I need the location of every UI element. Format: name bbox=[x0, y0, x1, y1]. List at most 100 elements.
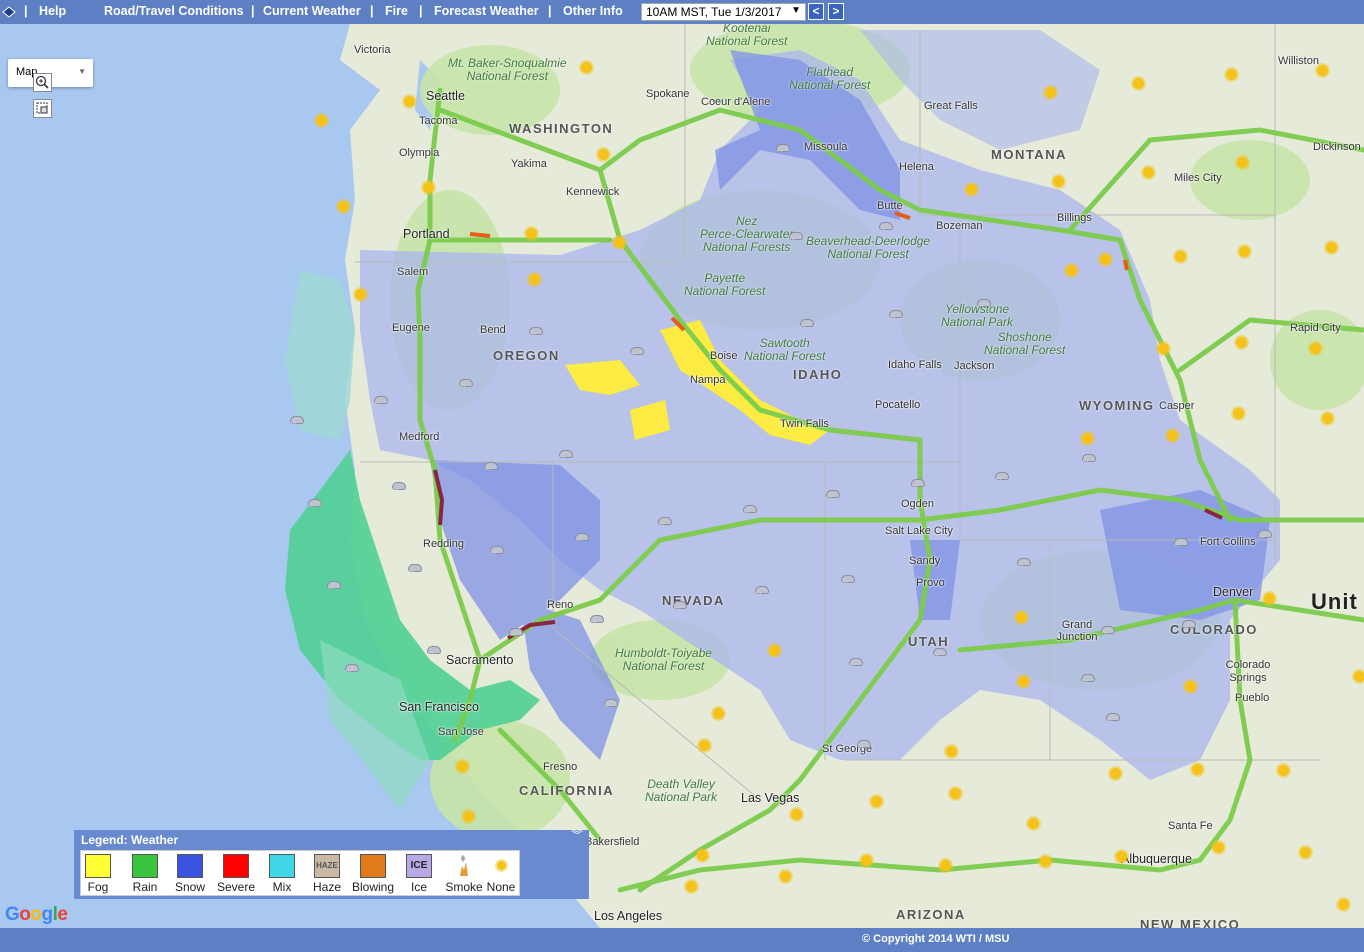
snow-icon[interactable] bbox=[856, 740, 870, 750]
sun-icon[interactable] bbox=[861, 855, 872, 866]
sun-icon[interactable] bbox=[1100, 254, 1111, 265]
sun-icon[interactable] bbox=[1143, 167, 1154, 178]
sun-icon[interactable] bbox=[529, 274, 540, 285]
sun-icon[interactable] bbox=[1158, 343, 1169, 354]
sun-icon[interactable] bbox=[1226, 69, 1237, 80]
snow-icon[interactable] bbox=[888, 310, 902, 320]
snow-icon[interactable] bbox=[289, 416, 303, 426]
snow-icon[interactable] bbox=[558, 450, 572, 460]
sun-icon[interactable] bbox=[1175, 251, 1186, 262]
home-icon[interactable] bbox=[2, 5, 16, 19]
sun-icon[interactable] bbox=[355, 289, 366, 300]
sun-icon[interactable] bbox=[1237, 157, 1248, 168]
sun-icon[interactable] bbox=[1167, 430, 1178, 441]
sun-icon[interactable] bbox=[1082, 433, 1093, 444]
snow-icon[interactable] bbox=[799, 319, 813, 329]
snow-icon[interactable] bbox=[489, 546, 503, 556]
snow-icon[interactable] bbox=[788, 232, 802, 242]
sun-icon[interactable] bbox=[1116, 851, 1127, 862]
sun-icon[interactable] bbox=[1300, 847, 1311, 858]
sun-icon[interactable] bbox=[581, 62, 592, 73]
weather-map[interactable]: WASHINGTON OREGON CALIFORNIA NEVADA IDAH… bbox=[0, 24, 1364, 928]
sun-icon[interactable] bbox=[966, 184, 977, 195]
sun-icon[interactable] bbox=[1236, 337, 1247, 348]
sun-icon[interactable] bbox=[598, 149, 609, 160]
snow-icon[interactable] bbox=[1016, 558, 1030, 568]
sun-icon[interactable] bbox=[1322, 413, 1333, 424]
snow-icon[interactable] bbox=[672, 601, 686, 611]
snow-icon[interactable] bbox=[742, 505, 756, 515]
snow-icon[interactable] bbox=[307, 499, 321, 509]
snow-icon[interactable] bbox=[825, 490, 839, 500]
time-select[interactable]: 10AM MST, Tue 1/3/2017 ▼ bbox=[641, 3, 806, 21]
snow-icon[interactable] bbox=[1173, 538, 1187, 548]
snow-icon[interactable] bbox=[976, 299, 990, 309]
sun-icon[interactable] bbox=[1317, 65, 1328, 76]
snow-icon[interactable] bbox=[1081, 454, 1095, 464]
sun-icon[interactable] bbox=[1213, 842, 1224, 853]
sun-icon[interactable] bbox=[699, 740, 710, 751]
sun-icon[interactable] bbox=[1018, 676, 1029, 687]
snow-icon[interactable] bbox=[932, 648, 946, 658]
sun-icon[interactable] bbox=[940, 860, 951, 871]
sun-icon[interactable] bbox=[1110, 768, 1121, 779]
sun-icon[interactable] bbox=[1185, 681, 1196, 692]
snow-icon[interactable] bbox=[629, 347, 643, 357]
sun-icon[interactable] bbox=[1053, 176, 1064, 187]
sun-icon[interactable] bbox=[457, 761, 468, 772]
sun-icon[interactable] bbox=[316, 115, 327, 126]
sun-icon[interactable] bbox=[1066, 265, 1077, 276]
sun-icon[interactable] bbox=[780, 871, 791, 882]
sun-icon[interactable] bbox=[1239, 246, 1250, 257]
snow-icon[interactable] bbox=[344, 664, 358, 674]
snow-icon[interactable] bbox=[589, 615, 603, 625]
nav-other-info[interactable]: Other Info bbox=[563, 4, 623, 18]
time-prev-button[interactable]: < bbox=[808, 3, 824, 20]
snow-icon[interactable] bbox=[407, 564, 421, 574]
snow-icon[interactable] bbox=[458, 379, 472, 389]
snow-icon[interactable] bbox=[528, 327, 542, 337]
nav-forecast-weather[interactable]: Forecast Weather bbox=[434, 4, 539, 18]
snow-icon[interactable] bbox=[574, 533, 588, 543]
sun-icon[interactable] bbox=[1016, 612, 1027, 623]
snow-icon[interactable] bbox=[508, 628, 522, 638]
sun-icon[interactable] bbox=[713, 708, 724, 719]
snow-icon[interactable] bbox=[1181, 620, 1195, 630]
sun-icon[interactable] bbox=[1040, 856, 1051, 867]
sun-icon[interactable] bbox=[404, 96, 415, 107]
snow-icon[interactable] bbox=[775, 144, 789, 154]
select-box-icon[interactable] bbox=[33, 99, 52, 118]
snow-icon[interactable] bbox=[1105, 713, 1119, 723]
snow-icon[interactable] bbox=[326, 581, 340, 591]
snow-icon[interactable] bbox=[1080, 674, 1094, 684]
snow-icon[interactable] bbox=[391, 482, 405, 492]
sun-icon[interactable] bbox=[338, 201, 349, 212]
nav-current-weather[interactable]: Current Weather bbox=[263, 4, 361, 18]
sun-icon[interactable] bbox=[1354, 671, 1364, 682]
sun-icon[interactable] bbox=[1133, 78, 1144, 89]
snow-icon[interactable] bbox=[910, 479, 924, 489]
snow-icon[interactable] bbox=[848, 658, 862, 668]
sun-icon[interactable] bbox=[1310, 343, 1321, 354]
sun-icon[interactable] bbox=[1338, 899, 1349, 910]
snow-icon[interactable] bbox=[483, 462, 497, 472]
sun-icon[interactable] bbox=[614, 237, 625, 248]
nav-fire[interactable]: Fire bbox=[385, 4, 408, 18]
sun-icon[interactable] bbox=[950, 788, 961, 799]
snow-icon[interactable] bbox=[373, 396, 387, 406]
sun-icon[interactable] bbox=[871, 796, 882, 807]
sun-icon[interactable] bbox=[686, 881, 697, 892]
sun-icon[interactable] bbox=[1264, 593, 1275, 604]
snow-icon[interactable] bbox=[1257, 530, 1271, 540]
snow-icon[interactable] bbox=[426, 646, 440, 656]
snow-icon[interactable] bbox=[754, 586, 768, 596]
sun-icon[interactable] bbox=[1192, 764, 1203, 775]
snow-icon[interactable] bbox=[1100, 626, 1114, 636]
sun-icon[interactable] bbox=[1326, 242, 1337, 253]
nav-help[interactable]: Help bbox=[39, 4, 66, 18]
sun-icon[interactable] bbox=[1233, 408, 1244, 419]
snow-icon[interactable] bbox=[657, 517, 671, 527]
sun-icon[interactable] bbox=[1278, 765, 1289, 776]
sun-icon[interactable] bbox=[423, 182, 434, 193]
snow-icon[interactable] bbox=[840, 575, 854, 585]
